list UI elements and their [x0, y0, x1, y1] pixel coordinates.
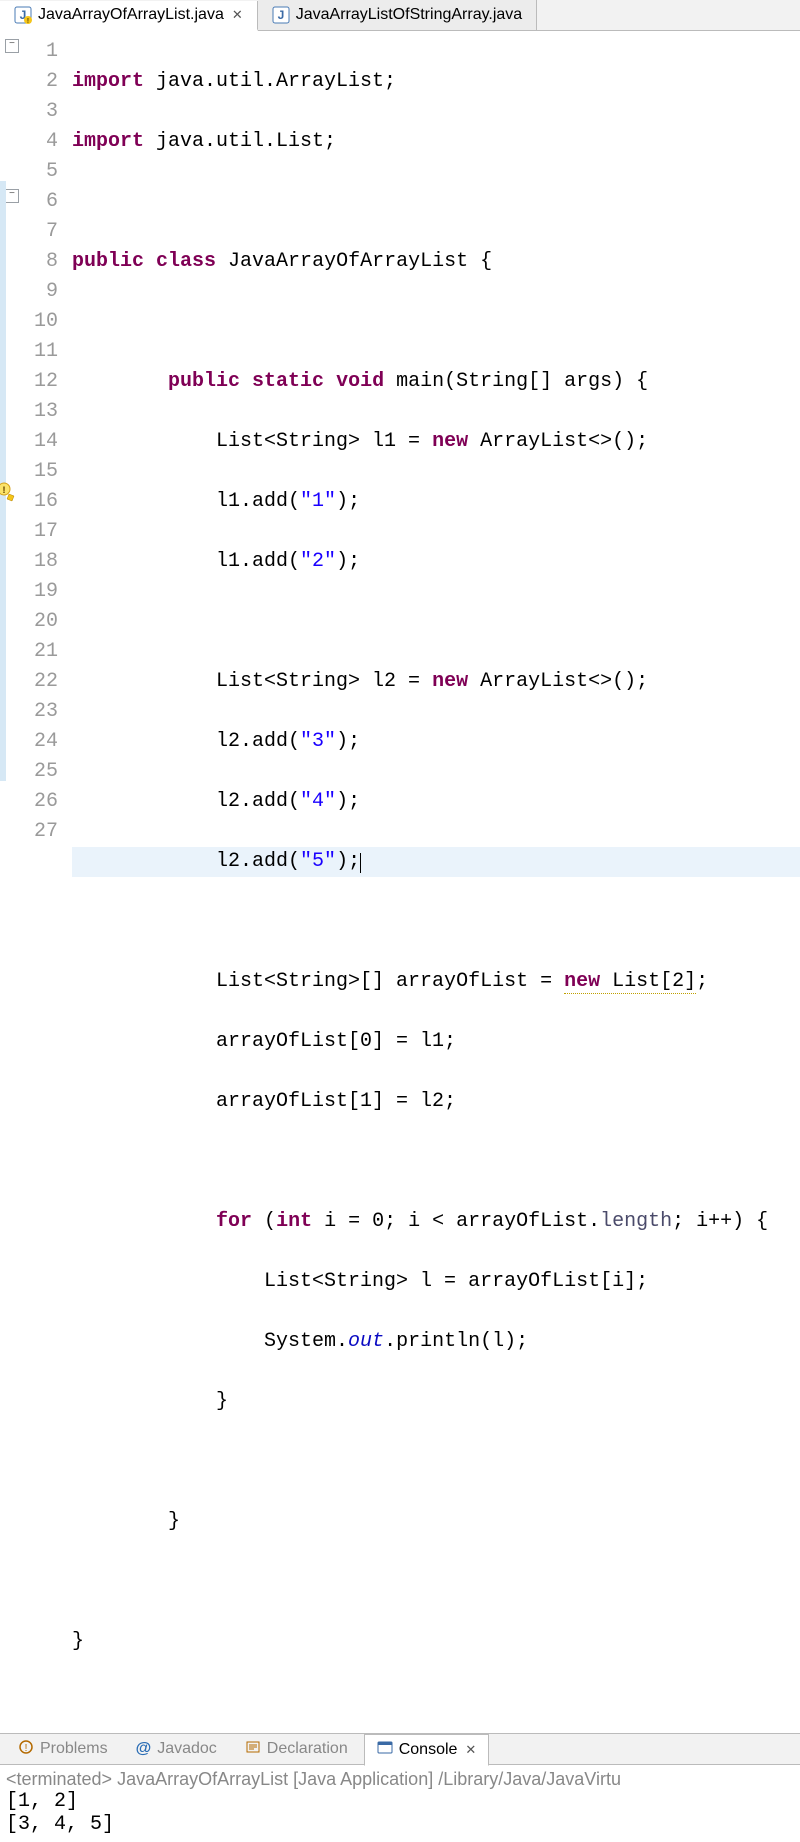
line-number: 2 [24, 67, 62, 97]
line-number: 3 [24, 97, 62, 127]
fold-collapse-icon[interactable]: − [5, 39, 19, 53]
tab-java-arraylist-of-string-array[interactable]: J JavaArrayListOfStringArray.java [258, 0, 537, 30]
line-number: 12 [24, 367, 62, 397]
console-terminated-status: <terminated> JavaArrayOfArrayList [Java … [6, 1769, 794, 1790]
tab-label: JavaArrayOfArrayList.java [38, 6, 224, 24]
tab-java-array-of-arraylist[interactable]: J! JavaArrayOfArrayList.java ✕ [0, 1, 258, 31]
line-number: 15 [24, 457, 62, 487]
line-number: 13 [24, 397, 62, 427]
code-editor[interactable]: − − ! 1 2 3 4 5 6 7 8 [0, 31, 800, 1717]
console-output[interactable]: <terminated> JavaArrayOfArrayList [Java … [0, 1765, 800, 1840]
bottom-tab-bar: ! Problems @ Javadoc Declaration Console… [0, 1733, 800, 1765]
javadoc-icon: @ [136, 1740, 152, 1758]
line-number: 23 [24, 697, 62, 727]
close-icon[interactable]: ✕ [232, 7, 243, 23]
line-number: 18 [24, 547, 62, 577]
warning-quickfix-icon[interactable]: ! [0, 481, 18, 503]
line-number: 8 [24, 247, 62, 277]
line-number-gutter: 1 2 3 4 5 6 7 8 9 10 11 12 13 14 15 16 1… [24, 31, 66, 1717]
console-icon [377, 1740, 393, 1761]
line-number: 16 [24, 487, 62, 517]
text-cursor [360, 853, 361, 873]
svg-text:!: ! [27, 18, 29, 24]
line-number: 17 [24, 517, 62, 547]
line-number: 22 [24, 667, 62, 697]
line-number: 26 [24, 787, 62, 817]
tab-label: JavaArrayListOfStringArray.java [296, 6, 522, 24]
console-output-line: [3, 4, 5] [6, 1813, 794, 1836]
line-number: 9 [24, 277, 62, 307]
code-area[interactable]: import java.util.ArrayList; import java.… [66, 31, 800, 1717]
line-number: 25 [24, 757, 62, 787]
line-number: 20 [24, 607, 62, 637]
tab-declaration[interactable]: Declaration [233, 1734, 360, 1764]
fold-collapse-icon[interactable]: − [5, 189, 19, 203]
tab-javadoc[interactable]: @ Javadoc [124, 1734, 229, 1764]
declaration-icon [245, 1739, 261, 1760]
line-number: 27 [24, 817, 62, 847]
line-number: 11 [24, 337, 62, 367]
editor-tab-bar: J! JavaArrayOfArrayList.java ✕ J JavaArr… [0, 0, 800, 31]
line-number: 24 [24, 727, 62, 757]
line-number: 21 [24, 637, 62, 667]
line-number: 1 [24, 37, 62, 67]
java-file-icon: J [272, 6, 290, 24]
marker-strip: − − ! [0, 31, 24, 1717]
svg-text:!: ! [25, 1743, 28, 1754]
line-number: 4 [24, 127, 62, 157]
close-icon[interactable]: ✕ [465, 1742, 476, 1758]
line-number: 19 [24, 577, 62, 607]
line-number: 10 [24, 307, 62, 337]
svg-text:!: ! [1, 486, 7, 497]
line-number: 6 [24, 187, 62, 217]
console-output-line: [1, 2] [6, 1790, 794, 1813]
tab-console[interactable]: Console ✕ [364, 1734, 490, 1766]
tab-problems[interactable]: ! Problems [6, 1734, 120, 1764]
line-number: 5 [24, 157, 62, 187]
svg-text:J: J [277, 8, 284, 22]
line-number: 7 [24, 217, 62, 247]
line-number: 14 [24, 427, 62, 457]
problems-icon: ! [18, 1739, 34, 1760]
java-file-warning-icon: J! [14, 6, 32, 24]
